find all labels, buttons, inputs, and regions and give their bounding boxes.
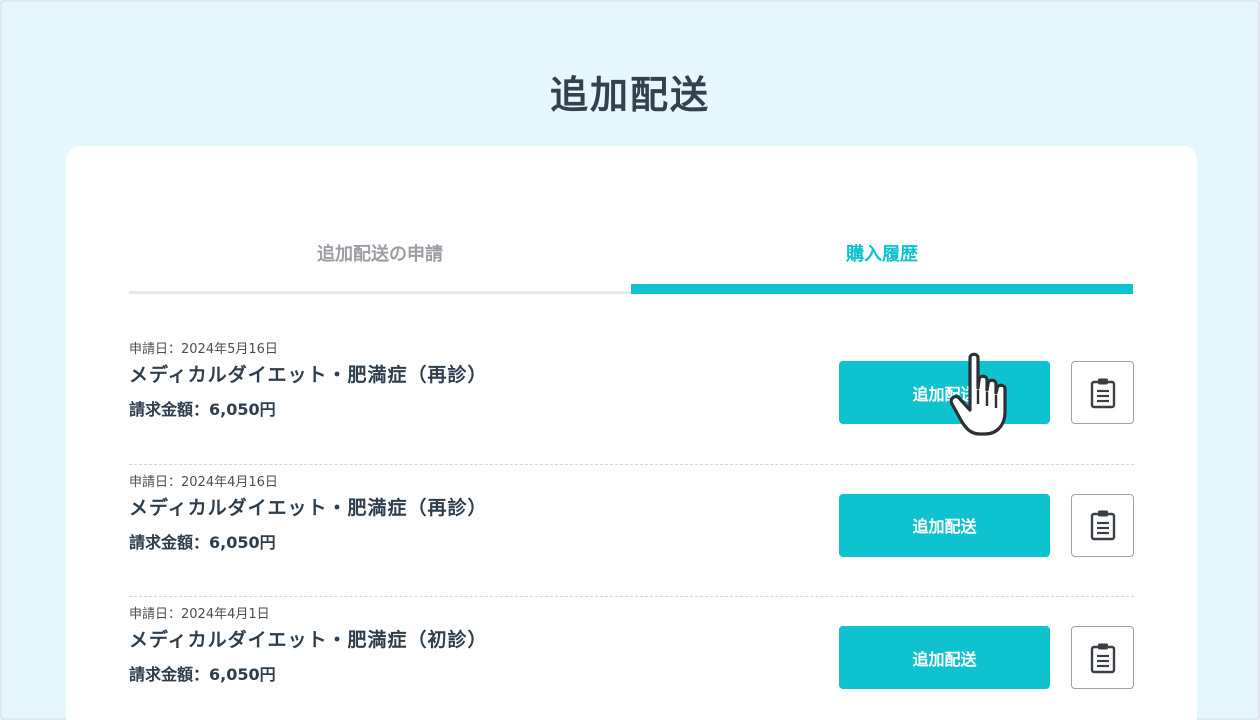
additional-delivery-button[interactable]: 追加配送 <box>839 626 1050 689</box>
billing-amount: 請求金額：6,050円 <box>129 400 276 419</box>
item-title: メディカルダイエット・肥満症（初診） <box>129 629 488 651</box>
billing-amount: 請求金額：6,050円 <box>129 532 276 552</box>
item-title: メディカルダイエット・肥満症（再診） <box>129 496 488 519</box>
clipboard-button[interactable] <box>1071 361 1134 424</box>
additional-delivery-button[interactable]: 追加配送 <box>839 493 1050 557</box>
tab-additional-delivery-request[interactable]: 追加配送の申請 <box>129 226 631 294</box>
clipboard-button[interactable] <box>1071 493 1134 557</box>
clipboard-icon <box>1090 510 1115 541</box>
item-title: メディカルダイエット・肥満症（再診） <box>129 364 488 386</box>
list-item: 申請日：2024年4月1日 メディカルダイエット・肥満症（初診） 請求金額：6,… <box>129 597 1134 720</box>
purchase-history-list: 申請日：2024年5月16日 メディカルダイエット・肥満症（再診） 請求金額：6… <box>129 332 1134 720</box>
tab-bar: 追加配送の申請 購入履歴 <box>129 226 1134 294</box>
list-item: 申請日：2024年4月16日 メディカルダイエット・肥満症（再診） 請求金額：6… <box>129 465 1134 597</box>
page-title: 追加配送 <box>549 73 710 117</box>
clipboard-icon <box>1090 378 1115 408</box>
list-item: 申請日：2024年5月16日 メディカルダイエット・肥満症（再診） 請求金額：6… <box>129 332 1134 465</box>
clipboard-button[interactable] <box>1071 626 1134 689</box>
request-date: 申請日：2024年5月16日 <box>129 342 278 357</box>
additional-delivery-button[interactable]: 追加配送 <box>839 361 1050 424</box>
clipboard-icon <box>1090 643 1115 673</box>
request-date: 申請日：2024年4月1日 <box>129 607 270 622</box>
request-date: 申請日：2024年4月16日 <box>129 474 278 490</box>
billing-amount: 請求金額：6,050円 <box>129 665 276 684</box>
tab-purchase-history[interactable]: 購入履歴 <box>631 226 1133 294</box>
content-card: 追加配送の申請 購入履歴 申請日：2024年5月16日 メディカルダイエット・肥… <box>66 146 1197 720</box>
